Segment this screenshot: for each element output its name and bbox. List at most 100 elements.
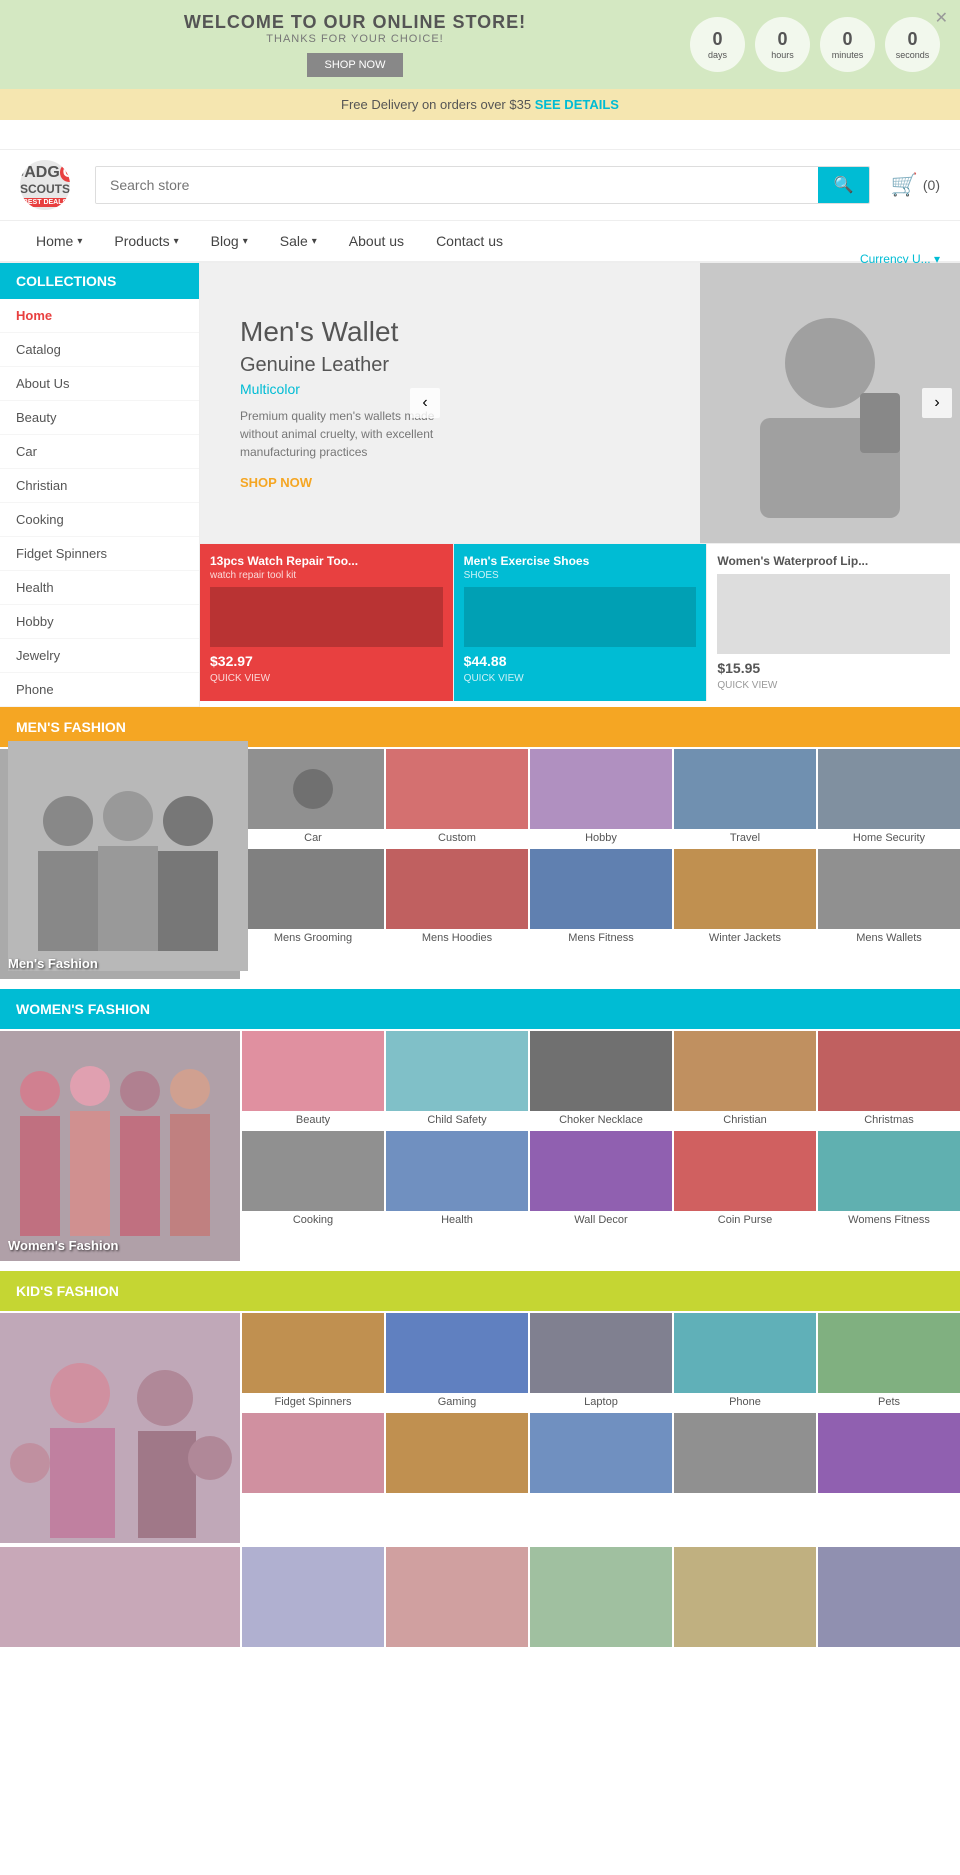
mens-cat-hoodies[interactable]: Mens Hoodies — [386, 849, 528, 947]
product-img-0 — [210, 587, 443, 647]
sidebar-item-phone[interactable]: Phone — [0, 673, 199, 707]
kids-cat-b3[interactable] — [530, 1413, 672, 1499]
nav-products[interactable]: Products ▾ — [98, 221, 194, 261]
see-details-link[interactable]: SEE DETAILS — [535, 97, 619, 112]
womens-cat-health[interactable]: Health — [386, 1131, 528, 1229]
womens-cat-cooking[interactable]: Cooking — [242, 1131, 384, 1229]
hero-shop-now[interactable]: SHOP NOW — [240, 475, 660, 490]
womens-fashion-grid: Women's Fashion Beauty Child Safety — [0, 1029, 960, 1263]
womens-cat-cooking-img — [242, 1131, 384, 1211]
womens-cat-christian[interactable]: Christian — [674, 1031, 816, 1129]
kids-extra-cat1[interactable] — [242, 1547, 384, 1647]
womens-cat-christmas[interactable]: Christmas — [818, 1031, 960, 1129]
kids-cat-b5-img — [818, 1413, 960, 1493]
nav-contact[interactable]: Contact us — [420, 221, 519, 261]
countdown: 0days 0hours 0minutes 0seconds — [690, 17, 940, 72]
product-quick-2[interactable]: QUICK VIEW — [717, 680, 950, 691]
close-banner-button[interactable]: ✕ — [935, 8, 948, 28]
womens-cat-beauty[interactable]: Beauty — [242, 1031, 384, 1129]
kids-cat-gaming[interactable]: Gaming — [386, 1313, 528, 1411]
sidebar-item-car[interactable]: Car — [0, 435, 199, 469]
sidebar-item-about-us[interactable]: About Us — [0, 367, 199, 401]
logo[interactable]: GADGO SCOUTS BEST DEALS — [20, 160, 75, 210]
kids-cat-phone[interactable]: Phone — [674, 1313, 816, 1411]
kids-extra-cat4[interactable] — [674, 1547, 816, 1647]
mens-cat-home-security-img — [818, 749, 960, 829]
shop-now-button[interactable]: SHOP NOW — [307, 53, 404, 77]
product-card-0[interactable]: 13pcs Watch Repair Too... watch repair t… — [200, 544, 454, 701]
mens-cat-grooming-label: Mens Grooming — [242, 929, 384, 947]
womens-cat-wall-decor[interactable]: Wall Decor — [530, 1131, 672, 1229]
mens-cat-grooming[interactable]: Mens Grooming — [242, 849, 384, 947]
kids-cat-b1-img — [242, 1413, 384, 1493]
kids-cat-phone-label: Phone — [674, 1393, 816, 1411]
sidebar-item-beauty[interactable]: Beauty — [0, 401, 199, 435]
sidebar: Collections Home Catalog About Us Beauty… — [0, 263, 200, 707]
banner-text: WELCOME TO OUR ONLINE STORE! THANKS FOR … — [20, 12, 690, 77]
mens-fashion-label: Men's Fashion — [8, 956, 98, 971]
kids-cat-laptop-label: Laptop — [530, 1393, 672, 1411]
product-card-1[interactable]: Men's Exercise Shoes SHOES $44.88 QUICK … — [454, 544, 708, 701]
mens-cat-custom[interactable]: Custom — [386, 749, 528, 847]
search-input[interactable] — [96, 167, 818, 203]
sidebar-item-jewelry[interactable]: Jewelry — [0, 639, 199, 673]
kids-cat-b2[interactable] — [386, 1413, 528, 1499]
womens-cat-cooking-label: Cooking — [242, 1211, 384, 1229]
kids-extra-cat3[interactable] — [530, 1547, 672, 1647]
sidebar-item-fidget[interactable]: Fidget Spinners — [0, 537, 199, 571]
mens-cat-home-security[interactable]: Home Security — [818, 749, 960, 847]
nav-about[interactable]: About us — [333, 221, 420, 261]
mens-cat-travel[interactable]: Travel — [674, 749, 816, 847]
search-button[interactable]: 🔍 — [818, 167, 870, 203]
womens-cat-child-safety[interactable]: Child Safety — [386, 1031, 528, 1129]
slider-next-button[interactable]: › — [922, 388, 952, 418]
mens-cat-grooming-img — [242, 849, 384, 929]
kids-extra-cat2[interactable] — [386, 1547, 528, 1647]
womens-cat-fitness[interactable]: Womens Fitness — [818, 1131, 960, 1229]
nav-sale[interactable]: Sale ▾ — [264, 221, 333, 261]
hero-image — [700, 263, 960, 543]
sidebar-item-catalog[interactable]: Catalog — [0, 333, 199, 367]
kids-cat-pets[interactable]: Pets — [818, 1313, 960, 1411]
womens-cat-coin-purse[interactable]: Coin Purse — [674, 1131, 816, 1229]
product-label-0: 13pcs Watch Repair Too... — [210, 554, 443, 568]
nav-blog[interactable]: Blog ▾ — [195, 221, 264, 261]
mens-fashion-main[interactable]: Men's Fashion — [0, 749, 240, 979]
mens-cat-fitness[interactable]: Mens Fitness — [530, 849, 672, 947]
mens-cat-wallets[interactable]: Mens Wallets — [818, 849, 960, 947]
nav-home[interactable]: Home ▾ — [20, 221, 98, 261]
banner-subtitle: THANKS FOR YOUR CHOICE! — [20, 33, 690, 45]
sidebar-item-hobby[interactable]: Hobby — [0, 605, 199, 639]
kids-cat-fidget[interactable]: Fidget Spinners — [242, 1313, 384, 1411]
sidebar-item-christian[interactable]: Christian — [0, 469, 199, 503]
sidebar-item-health[interactable]: Health — [0, 571, 199, 605]
hero-title: Men's Wallet — [240, 316, 660, 348]
kids-fashion-main[interactable] — [0, 1313, 240, 1543]
slider-prev-button[interactable]: ‹ — [410, 388, 440, 418]
sidebar-item-home[interactable]: Home — [0, 299, 199, 333]
kids-fashion-section: Kid's Fashion Fidget Spinne — [0, 1271, 960, 1647]
mens-cat-winter[interactable]: Winter Jackets — [674, 849, 816, 947]
product-card-2[interactable]: Women's Waterproof Lip... $15.95 QUICK V… — [707, 544, 960, 701]
mens-cat-car[interactable]: Car — [242, 749, 384, 847]
womens-cat-choker[interactable]: Choker Necklace — [530, 1031, 672, 1129]
countdown-seconds: 0seconds — [885, 17, 940, 72]
mens-top-row: Car Custom Hobby — [242, 749, 960, 847]
product-quick-1[interactable]: QUICK VIEW — [464, 673, 697, 684]
product-price-1: $44.88 — [464, 653, 697, 669]
mens-cat-hobby[interactable]: Hobby — [530, 749, 672, 847]
kids-cat-b4[interactable] — [674, 1413, 816, 1499]
product-quick-0[interactable]: QUICK VIEW — [210, 673, 443, 684]
main-content: Collections Home Catalog About Us Beauty… — [0, 263, 960, 707]
kids-fashion-grid: Fidget Spinners Gaming Laptop — [0, 1311, 960, 1545]
cart-icon[interactable]: 🛒 (0) — [890, 172, 940, 198]
kids-cat-b1[interactable] — [242, 1413, 384, 1499]
kids-cat-laptop[interactable]: Laptop — [530, 1313, 672, 1411]
kids-extra-cat5[interactable] — [818, 1547, 960, 1647]
sidebar-item-cooking[interactable]: Cooking — [0, 503, 199, 537]
kids-extra-main — [0, 1547, 240, 1647]
search-bar: 🔍 — [95, 166, 870, 204]
womens-fashion-main[interactable]: Women's Fashion — [0, 1031, 240, 1261]
kids-cat-b5[interactable] — [818, 1413, 960, 1499]
logo-circle: GADGO SCOUTS BEST DEALS — [20, 160, 70, 210]
